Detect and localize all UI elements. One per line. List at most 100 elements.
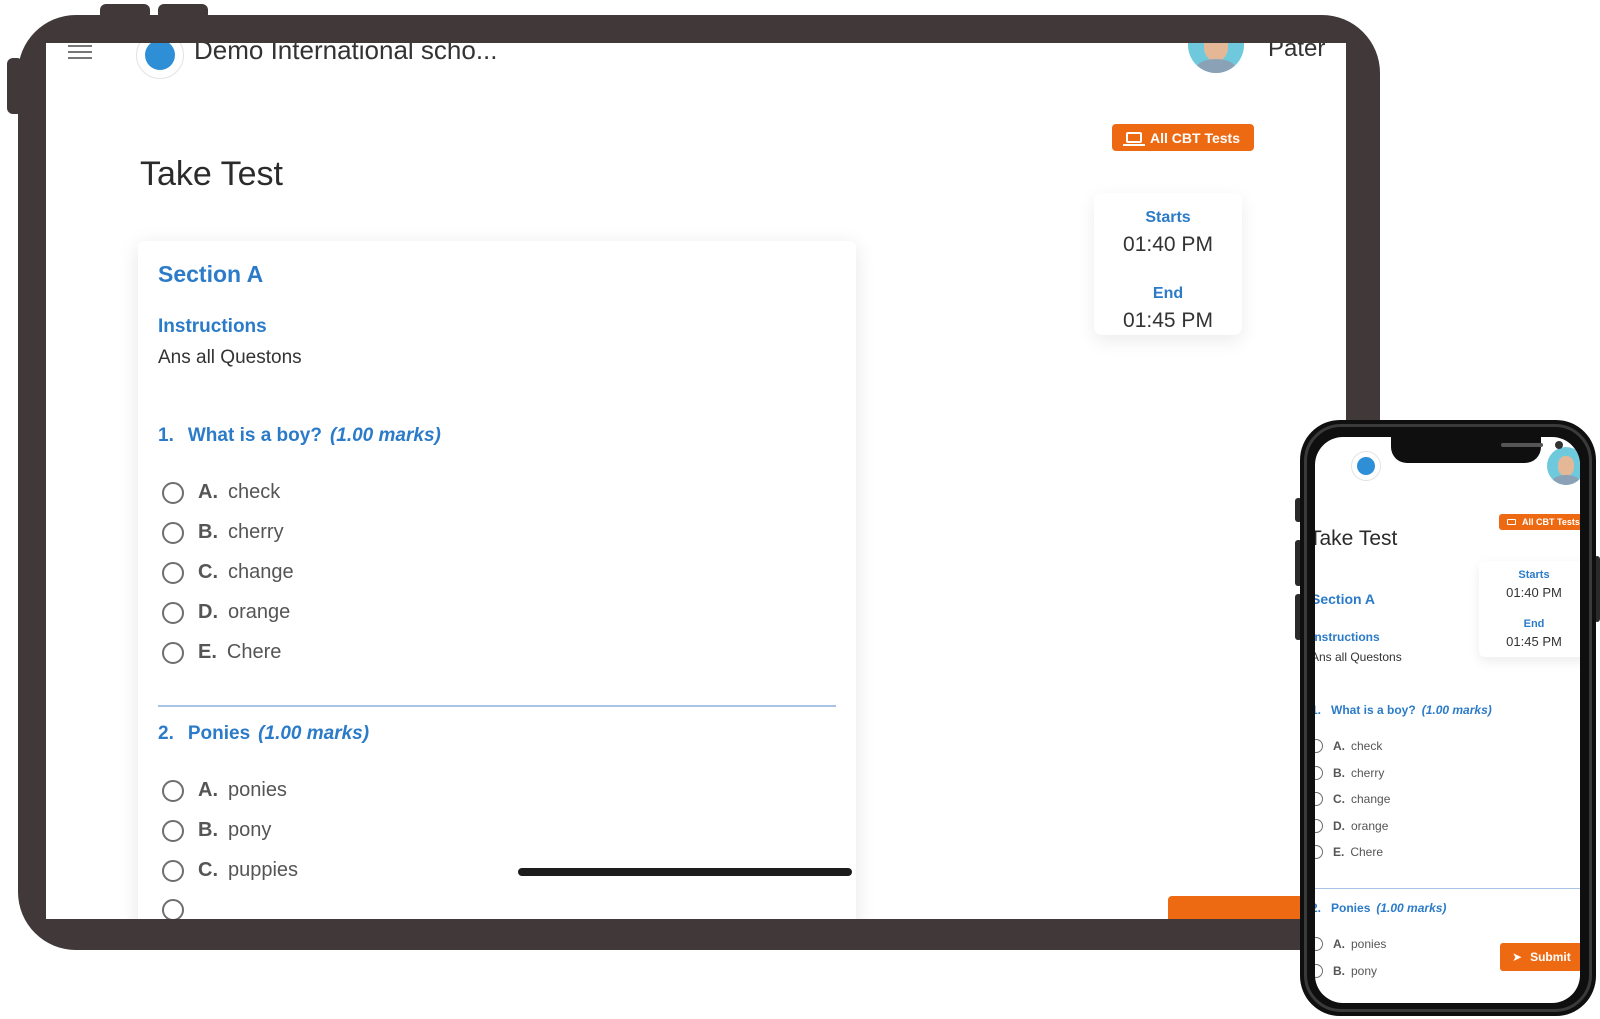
option-text: ponies xyxy=(1351,937,1387,951)
option-letter: A. xyxy=(198,779,218,801)
starts-time: 01:40 PM xyxy=(1123,233,1213,256)
radio-unchecked-icon[interactable] xyxy=(162,601,184,624)
option-text: orange xyxy=(1351,819,1389,833)
question-text: What is a boy? xyxy=(187,425,322,446)
question-divider xyxy=(1315,888,1580,889)
option-text: puppies xyxy=(228,859,299,881)
answer-option[interactable]: D. orange xyxy=(162,601,290,624)
instructions-heading: Instructions xyxy=(158,316,267,337)
question-number: 1. xyxy=(1315,703,1322,717)
option-text: pony xyxy=(228,819,272,841)
option-text: ponies xyxy=(228,779,287,801)
option-text: change xyxy=(228,561,294,583)
question-heading: 1. What is a boy? (1.00 marks) xyxy=(158,425,441,447)
option-text: check xyxy=(1351,739,1383,753)
radio-unchecked-icon[interactable] xyxy=(1315,845,1323,859)
answer-option[interactable]: C. puppies xyxy=(162,859,298,882)
answer-option[interactable]: A. ponies xyxy=(162,779,287,802)
radio-unchecked-icon[interactable] xyxy=(162,819,184,842)
question-text: Ponies xyxy=(1331,901,1371,915)
radio-unchecked-icon[interactable] xyxy=(162,641,184,664)
option-text: change xyxy=(1351,792,1391,806)
send-icon: ➤ xyxy=(1512,950,1523,964)
question-text: What is a boy? xyxy=(1331,703,1416,717)
radio-unchecked-icon[interactable] xyxy=(162,899,184,919)
all-cbt-tests-button[interactable]: All CBT Tests xyxy=(1112,124,1254,151)
question-marks: (1.00 marks) xyxy=(1421,703,1492,717)
section-title: Section A xyxy=(158,261,264,287)
radio-unchecked-icon[interactable] xyxy=(162,859,184,882)
answer-option[interactable]: A. check xyxy=(162,481,280,504)
radio-unchecked-icon[interactable] xyxy=(162,481,184,504)
user-name[interactable]: Pater xyxy=(1268,43,1325,63)
menu-icon[interactable] xyxy=(68,45,92,61)
question-number: 2. xyxy=(158,723,174,744)
answer-option[interactable]: B. pony xyxy=(1315,964,1377,978)
answer-option[interactable]: B. cherry xyxy=(162,521,284,544)
page-title: Take Test xyxy=(1315,527,1398,550)
all-cbt-tests-button[interactable]: All CBT Tests xyxy=(1499,514,1580,530)
end-label: End xyxy=(1523,618,1545,630)
end-label: End xyxy=(1152,285,1184,302)
option-letter: A. xyxy=(1333,739,1345,753)
option-text: check xyxy=(228,481,281,503)
phone-screen: All CBT Tests Take Test Starts 01:40 PM … xyxy=(1315,437,1580,1003)
option-letter: B. xyxy=(198,819,218,841)
option-letter: D. xyxy=(1333,819,1345,833)
option-text: orange xyxy=(228,601,291,623)
option-text: cherry xyxy=(1351,766,1385,780)
option-letter: C. xyxy=(198,859,218,881)
speaker-grille xyxy=(1501,443,1543,447)
option-letter: E. xyxy=(198,641,217,663)
starts-label: Starts xyxy=(1518,569,1550,581)
option-letter: C. xyxy=(1333,792,1345,806)
option-letter: A. xyxy=(198,481,218,503)
radio-unchecked-icon[interactable] xyxy=(1315,792,1323,806)
answer-option[interactable]: E. Chere xyxy=(1315,845,1383,859)
starts-label: Starts xyxy=(1145,209,1191,226)
home-indicator xyxy=(518,868,852,876)
user-avatar[interactable] xyxy=(1188,43,1244,73)
school-name: Demo International scho... xyxy=(194,43,498,65)
school-logo-icon xyxy=(136,43,184,79)
submit-button[interactable]: ➤ Submit xyxy=(1500,943,1580,971)
section-title: Section A xyxy=(1315,591,1376,607)
radio-unchecked-icon[interactable] xyxy=(162,561,184,584)
laptop-icon xyxy=(1123,132,1145,146)
option-letter: B. xyxy=(198,521,218,543)
answer-option[interactable] xyxy=(162,899,198,919)
answer-option[interactable]: B. cherry xyxy=(1315,766,1384,780)
instructions-heading: Instructions xyxy=(1315,630,1380,644)
question-text: Ponies xyxy=(187,723,251,744)
radio-unchecked-icon[interactable] xyxy=(1315,819,1323,833)
test-card: Section A Instructions Ans all Questons … xyxy=(138,241,856,919)
question-marks: (1.00 marks) xyxy=(329,425,441,446)
test-schedule-card: Starts 01:40 PM End 01:45 PM xyxy=(1479,561,1580,657)
option-text: Chere xyxy=(1350,845,1384,859)
answer-option[interactable]: B. pony xyxy=(162,819,271,842)
starts-time: 01:40 PM xyxy=(1506,585,1562,600)
radio-unchecked-icon[interactable] xyxy=(1315,766,1323,780)
top-app-bar: Demo International scho... Pater xyxy=(46,43,1346,85)
answer-option[interactable]: A. ponies xyxy=(1315,937,1386,951)
radio-unchecked-icon[interactable] xyxy=(1315,937,1323,951)
answer-option[interactable]: D. orange xyxy=(1315,819,1388,833)
option-letter: E. xyxy=(1333,845,1345,859)
answer-option[interactable]: C. change xyxy=(1315,792,1390,806)
radio-unchecked-icon[interactable] xyxy=(1315,964,1323,978)
option-letter: B. xyxy=(1333,964,1345,978)
user-avatar[interactable] xyxy=(1547,447,1580,485)
test-schedule-card: Starts 01:40 PM End 01:45 PM xyxy=(1094,193,1242,335)
question-heading: 2. Ponies (1.00 marks) xyxy=(1315,901,1446,915)
tablet-screen: Demo International scho... Pater All CBT… xyxy=(46,43,1346,919)
radio-unchecked-icon[interactable] xyxy=(162,521,184,544)
option-letter: D. xyxy=(198,601,218,623)
laptop-icon xyxy=(1507,519,1516,525)
radio-unchecked-icon[interactable] xyxy=(1315,739,1323,753)
answer-option[interactable]: C. change xyxy=(162,561,294,584)
end-time: 01:45 PM xyxy=(1123,309,1213,332)
option-letter: C. xyxy=(198,561,218,583)
answer-option[interactable]: E. Chere xyxy=(162,641,281,664)
radio-unchecked-icon[interactable] xyxy=(162,779,184,802)
answer-option[interactable]: A. check xyxy=(1315,739,1382,753)
